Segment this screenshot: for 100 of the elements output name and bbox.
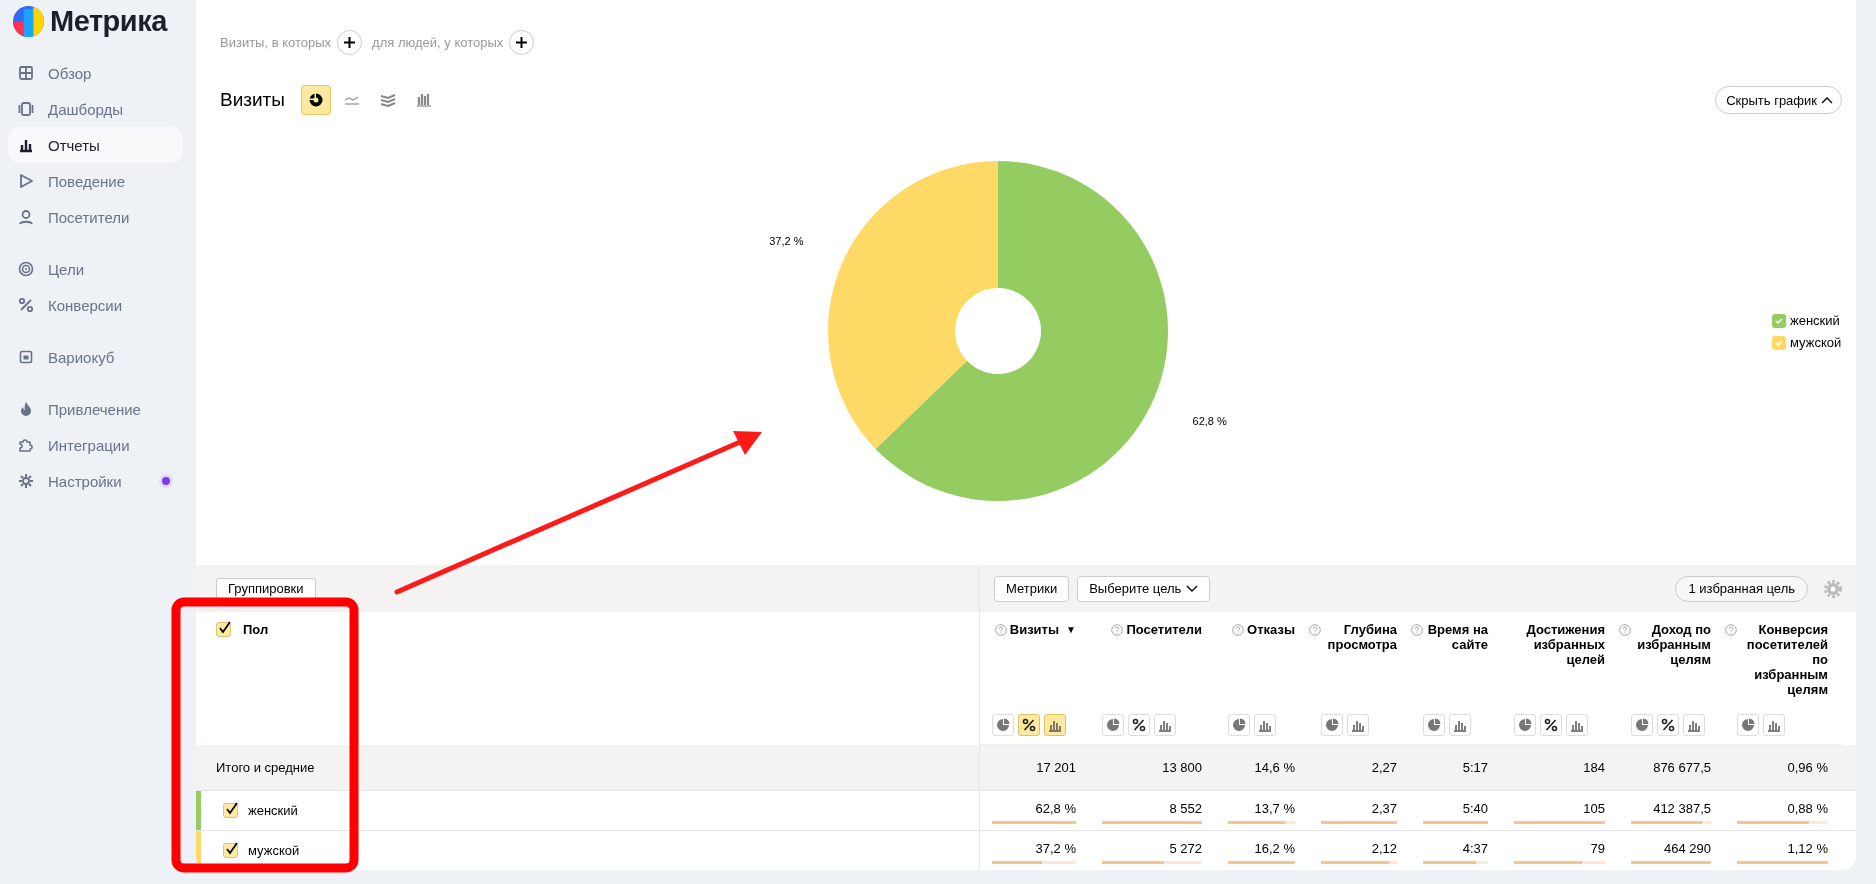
column-header[interactable]: Конверсия посетителей по избранным целям (1740, 622, 1828, 697)
table-cell: 5:17 (1462, 760, 1488, 775)
pie-chart-icon (1106, 718, 1120, 732)
sidebar-item[interactable]: Дашборды (8, 91, 183, 127)
view-toggle[interactable] (1737, 714, 1759, 736)
view-toggle[interactable] (1683, 714, 1705, 736)
sidebar-item[interactable]: Вариокуб (8, 339, 183, 375)
legend-checkbox[interactable] (1772, 335, 1786, 350)
view-toggle[interactable] (1657, 714, 1679, 736)
view-toggle[interactable] (1347, 714, 1369, 736)
table-cell: 876 677,5 (1653, 760, 1711, 775)
view-toggle[interactable] (1128, 714, 1150, 736)
chart-type-button[interactable] (301, 85, 331, 115)
report-title: Визиты (220, 89, 285, 111)
metrics-button[interactable]: Метрики (994, 575, 1070, 602)
view-toggle[interactable] (1228, 714, 1250, 736)
value-bar (1423, 861, 1488, 864)
logo-text: Метрика (50, 4, 167, 38)
percent-icon (1544, 718, 1558, 732)
table-cell: 2,27 (1371, 760, 1397, 775)
view-toggle[interactable] (1449, 714, 1471, 736)
hide-chart-button[interactable]: Скрыть график (1715, 86, 1842, 114)
view-toggle[interactable] (1631, 714, 1653, 736)
pie-chart-icon (1635, 718, 1649, 732)
table-cell: 4:37 (1462, 841, 1488, 856)
column-header[interactable]: Глубина просмотра (1324, 622, 1397, 652)
view-toggle[interactable] (1044, 714, 1066, 736)
table-cell: 13,7 % (1254, 801, 1295, 816)
help-icon[interactable] (1111, 624, 1124, 636)
checkbox[interactable] (223, 803, 238, 818)
legend-checkbox[interactable] (1772, 313, 1786, 328)
sidebar-item[interactable]: Посетители (8, 199, 183, 235)
column-header[interactable]: Время на сайте (1426, 622, 1488, 652)
view-toggle[interactable] (1423, 714, 1445, 736)
sidebar-item[interactable]: Поведение (8, 163, 183, 199)
view-toggle[interactable] (1763, 714, 1785, 736)
logo-icon (13, 5, 44, 37)
nav-icon (18, 297, 34, 313)
pie-chart-icon (1232, 718, 1246, 732)
table-cell: 14,6 % (1254, 760, 1295, 775)
checkbox[interactable] (216, 622, 231, 637)
groupings-button[interactable]: Группировки (216, 577, 316, 600)
nav-icon (18, 437, 34, 453)
bar-chart-icon (1351, 718, 1365, 732)
nav-icon (18, 137, 34, 153)
bar-chart-icon (1767, 718, 1781, 732)
filter-label: для людей, у которых (372, 34, 504, 50)
view-toggle[interactable] (1102, 714, 1124, 736)
pie-chart-icon (1427, 718, 1441, 732)
view-toggle[interactable] (1321, 714, 1343, 736)
bar-chart-icon (1158, 718, 1172, 732)
table-cell: 79 (1590, 841, 1605, 856)
sidebar-item[interactable]: Привлечение (8, 391, 183, 427)
view-toggle[interactable] (1514, 714, 1536, 736)
view-toggle[interactable] (992, 714, 1014, 736)
help-icon[interactable] (1309, 624, 1321, 636)
add-filter-button[interactable] (337, 29, 363, 55)
table-cell: 62,8 % (1035, 801, 1076, 816)
view-toggle[interactable] (1254, 714, 1276, 736)
view-toggle[interactable] (1566, 714, 1588, 736)
row-label: мужской (248, 843, 300, 858)
goal-dropdown[interactable]: Выберите цель (1077, 575, 1211, 602)
column-header[interactable]: Визиты (1009, 622, 1060, 637)
plus-icon (515, 35, 529, 49)
table-cell: 2,12 (1371, 841, 1397, 856)
column-header[interactable]: Доход по избранным целям (1634, 622, 1711, 667)
bar-chart-icon (1048, 718, 1062, 732)
view-toggle[interactable] (1154, 714, 1176, 736)
sort-indicator[interactable]: ▼ (1066, 622, 1076, 637)
column-header[interactable]: Посетители (1126, 622, 1202, 637)
sidebar-item[interactable]: Обзор (8, 55, 183, 91)
view-toggle[interactable] (1540, 714, 1562, 736)
sidebar-item[interactable]: Цели (8, 251, 183, 287)
help-icon[interactable] (1725, 624, 1737, 636)
table-cell: 464 290 (1664, 841, 1711, 856)
sidebar-item[interactable]: Интеграции (8, 427, 183, 463)
help-icon[interactable] (1619, 624, 1631, 636)
nav-icon (18, 349, 34, 365)
sidebar-item[interactable]: Отчеты (8, 127, 183, 163)
table-cell: 412 387,5 (1653, 801, 1711, 816)
add-filter-button[interactable] (509, 29, 535, 55)
view-toggle[interactable] (1018, 714, 1040, 736)
checkbox[interactable] (223, 843, 238, 858)
help-icon[interactable] (994, 624, 1007, 636)
table-cell: 184 (1583, 760, 1605, 775)
check-icon (1774, 315, 1784, 326)
sidebar-item[interactable]: Настройки (8, 463, 183, 499)
column-header[interactable]: Достижения избранных целей (1502, 622, 1605, 667)
area-chart-icon (380, 93, 396, 107)
chevron-up-icon (1821, 96, 1833, 104)
help-icon[interactable] (1232, 624, 1245, 636)
donut-chart-icon (309, 93, 323, 107)
percent-icon (1022, 718, 1036, 732)
favorite-goals-button[interactable]: 1 избранная цель (1675, 575, 1808, 602)
sidebar-item[interactable]: Конверсии (8, 287, 183, 323)
column-header[interactable]: Отказы (1247, 622, 1295, 637)
table-cell: 0,88 % (1787, 801, 1828, 816)
help-icon[interactable] (1411, 624, 1423, 636)
value-bar (1228, 821, 1295, 824)
table-cell: 16,2 % (1254, 841, 1295, 856)
